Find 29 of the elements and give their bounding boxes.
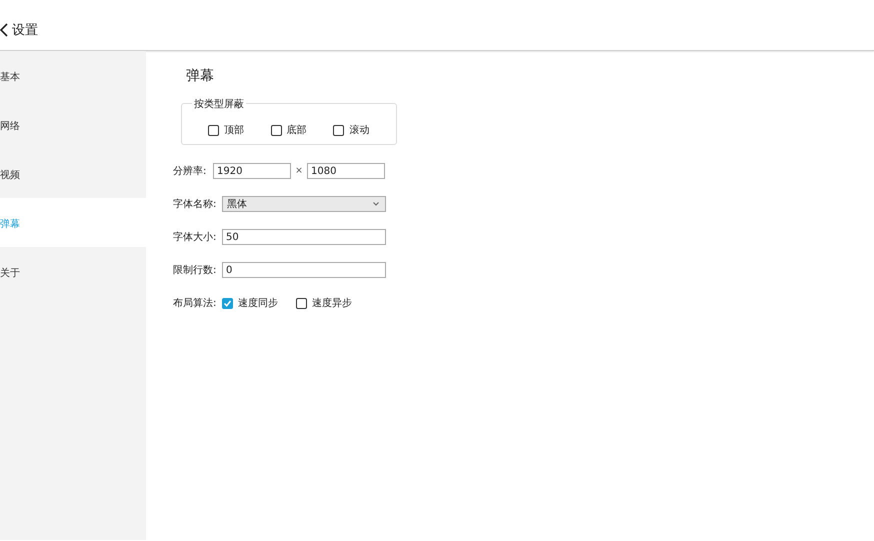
checkbox[interactable] [296,298,307,308]
checkbox[interactable] [222,298,233,308]
checkbox-label: 顶部 [224,124,244,137]
field-label: 布局算法: [173,296,218,310]
checkbox-label: 速度同步 [238,296,278,310]
input-field[interactable]: 1920 [213,163,291,179]
sidebar-item[interactable]: 网络 [0,100,146,149]
page-title: 设置 [12,22,38,39]
field-label: 字体大小: [173,230,218,244]
checkbox-label: 滚动 [349,124,370,137]
field-label: 限制行数: [173,264,218,277]
caret-icon [373,202,379,206]
sidebar-item[interactable]: 视频 [0,149,146,198]
checkbox[interactable] [208,124,219,136]
back-icon[interactable] [0,23,8,37]
sidebar-item[interactable]: 关于 [0,247,146,296]
checkbox[interactable] [270,124,282,136]
input-field[interactable]: 50 [222,229,386,245]
checkbox-label: 底部 [286,124,307,137]
group-legend: 按类型屏蔽 [192,97,246,111]
checkbox-label: 速度异步 [312,296,352,310]
field-label: 字体名称: [173,198,218,211]
input-field[interactable]: 0 [222,262,386,278]
font-dropdown[interactable]: 黑体 [222,196,386,212]
input-field[interactable]: 1080 [307,163,385,179]
checkbox[interactable] [333,124,344,136]
section-title: 弹幕 [185,67,215,85]
times-sign: × [294,166,304,176]
sidebar-item[interactable]: 基本 [0,51,146,100]
